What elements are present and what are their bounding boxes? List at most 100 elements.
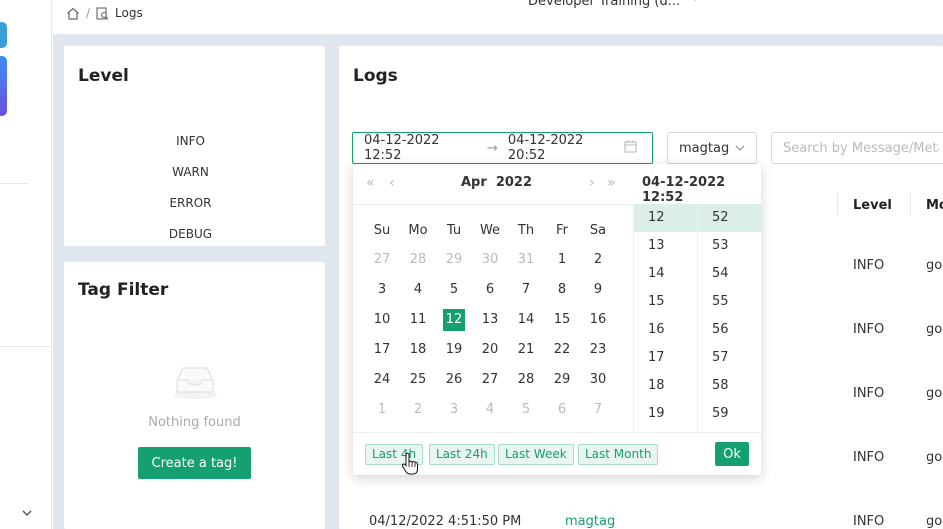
prev-month-button[interactable]: ‹ <box>389 175 395 191</box>
home-icon[interactable] <box>66 7 80 20</box>
calendar-day[interactable]: 7 <box>580 395 616 425</box>
calendar-day-label: 15 <box>553 312 571 327</box>
calendar-day[interactable]: 2 <box>400 395 436 425</box>
calendar-day[interactable]: 12 <box>436 305 472 335</box>
preset-last-week[interactable]: Last Week <box>498 444 574 465</box>
calendar-day-label: 16 <box>589 312 607 327</box>
calendar-day[interactable]: 1 <box>364 395 400 425</box>
calendar-day[interactable]: 29 <box>544 365 580 395</box>
calendar-day[interactable]: 21 <box>508 335 544 365</box>
year-label[interactable]: 2022 <box>496 175 532 190</box>
next-year-button[interactable]: » <box>607 175 616 191</box>
calendar-day[interactable]: 6 <box>544 395 580 425</box>
date-range-picker[interactable]: 04-12-2022 12:52 → 04-12-2022 20:52 <box>352 132 653 171</box>
level-option-error[interactable]: ERROR <box>64 196 317 210</box>
calendar-day[interactable]: 19 <box>436 335 472 365</box>
date-range-arrow: → <box>487 140 498 156</box>
calendar-day[interactable]: 30 <box>580 365 616 395</box>
hour-option[interactable]: 17 <box>634 344 697 372</box>
logs-panel-title: Logs <box>353 66 398 86</box>
row-level: INFO <box>853 258 885 273</box>
calendar-day[interactable]: 17 <box>364 335 400 365</box>
calendar-week: 17 18 19 20 21 22 23 <box>364 335 616 365</box>
minute-option[interactable]: 55 <box>698 288 761 316</box>
hour-option[interactable]: 12 <box>634 204 697 232</box>
workspace-selector[interactable]: Developer Training (d... <box>528 0 700 9</box>
hour-option[interactable]: 13 <box>634 232 697 260</box>
calendar-day[interactable]: 7 <box>508 275 544 305</box>
level-option-info[interactable]: INFO <box>64 134 317 148</box>
calendar-day[interactable]: 11 <box>400 305 436 335</box>
prev-year-button[interactable]: « <box>366 175 375 191</box>
minute-option[interactable]: 53 <box>698 232 761 260</box>
calendar-day[interactable]: 4 <box>400 275 436 305</box>
calendar-day[interactable]: 5 <box>436 275 472 305</box>
tag-panel-title: Tag Filter <box>78 280 169 300</box>
calendar-day[interactable]: 9 <box>580 275 616 305</box>
search-input[interactable] <box>771 132 943 164</box>
calendar-day[interactable]: 28 <box>508 365 544 395</box>
row-tag-link[interactable]: magtag <box>565 514 615 529</box>
minute-option[interactable]: 52 <box>698 204 761 232</box>
column-header-message[interactable]: Mo <box>926 198 943 213</box>
calendar-day[interactable]: 31 <box>508 245 544 275</box>
calendar-day[interactable]: 29 <box>436 245 472 275</box>
calendar-day[interactable]: 30 <box>472 245 508 275</box>
hour-option[interactable]: 15 <box>634 288 697 316</box>
next-month-button[interactable]: › <box>589 175 595 191</box>
calendar-day[interactable]: 14 <box>508 305 544 335</box>
minute-option[interactable]: 54 <box>698 260 761 288</box>
create-tag-button[interactable]: Create a tag! <box>138 447 251 479</box>
column-header-level[interactable]: Level <box>853 198 892 213</box>
calendar-day[interactable]: 27 <box>472 365 508 395</box>
row-level: INFO <box>853 514 885 529</box>
date-start-input[interactable]: 04-12-2022 12:52 <box>363 133 477 171</box>
level-option-debug[interactable]: DEBUG <box>64 227 317 241</box>
hour-option[interactable]: 16 <box>634 316 697 344</box>
preset-last-month[interactable]: Last Month <box>578 444 659 465</box>
hour-option[interactable]: 19 <box>634 400 697 428</box>
calendar-day[interactable]: 23 <box>580 335 616 365</box>
calendar-day-label: 30 <box>589 372 607 387</box>
minute-option[interactable]: 56 <box>698 316 761 344</box>
calendar-day-label: 31 <box>517 252 535 267</box>
calendar-day[interactable]: 13 <box>472 305 508 335</box>
calendar-day[interactable]: 10 <box>364 305 400 335</box>
calendar-day[interactable]: 3 <box>364 275 400 305</box>
date-end-input[interactable]: 04-12-2022 20:52 <box>508 133 620 163</box>
preset-last-24h[interactable]: Last 24h <box>429 444 495 465</box>
minute-option[interactable]: 57 <box>698 344 761 372</box>
month-year-label[interactable]: Apr 2022 <box>461 175 532 190</box>
calendar-day[interactable]: 5 <box>508 395 544 425</box>
calendar-day[interactable]: 3 <box>436 395 472 425</box>
calendar-day[interactable]: 6 <box>472 275 508 305</box>
calendar-day[interactable]: 27 <box>364 245 400 275</box>
calendar-day[interactable]: 20 <box>472 335 508 365</box>
minute-option[interactable]: 59 <box>698 400 761 428</box>
calendar-day[interactable]: 25 <box>400 365 436 395</box>
ok-button[interactable]: Ok <box>715 442 749 466</box>
chevron-down-icon <box>690 0 700 9</box>
sidebar-app-icon-active[interactable] <box>0 56 7 116</box>
calendar-day[interactable]: 2 <box>580 245 616 275</box>
calendar-day[interactable]: 28 <box>400 245 436 275</box>
level-option-warn[interactable]: WARN <box>64 165 317 179</box>
calendar-day[interactable]: 26 <box>436 365 472 395</box>
calendar-day[interactable]: 22 <box>544 335 580 365</box>
calendar-day[interactable]: 4 <box>472 395 508 425</box>
tag-select[interactable]: magtag <box>667 132 757 164</box>
calendar-day[interactable]: 15 <box>544 305 580 335</box>
calendar-day-label: 6 <box>557 402 567 417</box>
calendar-day[interactable]: 16 <box>580 305 616 335</box>
calendar-day[interactable]: 24 <box>364 365 400 395</box>
calendar-day[interactable]: 1 <box>544 245 580 275</box>
weekday-row: Su Mo Tu We Th Fr Sa <box>364 215 616 245</box>
month-label[interactable]: Apr <box>461 175 487 190</box>
calendar-day[interactable]: 8 <box>544 275 580 305</box>
calendar-day[interactable]: 18 <box>400 335 436 365</box>
hour-option[interactable]: 18 <box>634 372 697 400</box>
minute-option[interactable]: 58 <box>698 372 761 400</box>
hour-option[interactable]: 14 <box>634 260 697 288</box>
sidebar-app-icon[interactable] <box>0 22 7 48</box>
chevron-down-icon[interactable] <box>22 506 32 520</box>
